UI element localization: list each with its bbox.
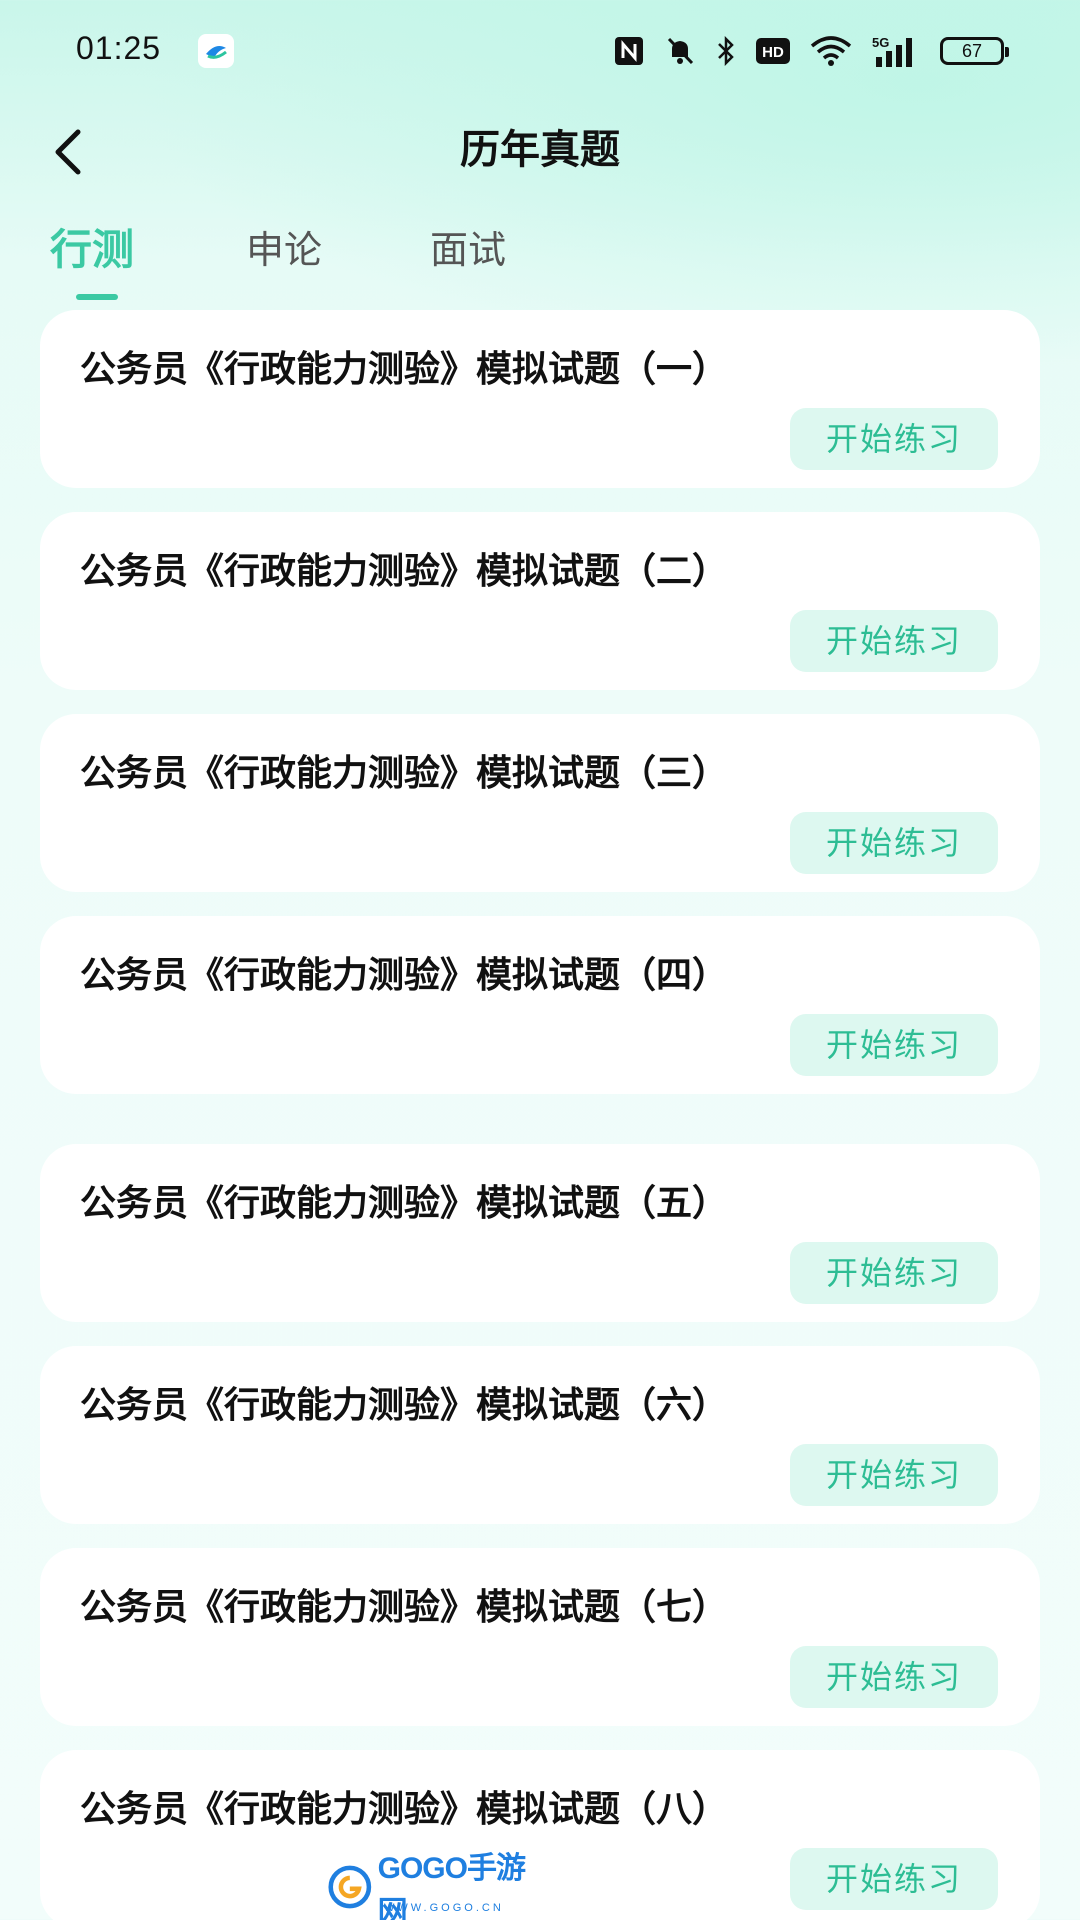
paper-card: 公务员《行政能力测验》模拟试题（八） 开始练习 xyxy=(40,1750,1040,1920)
status-time: 01:25 xyxy=(76,30,162,66)
paper-title: 公务员《行政能力测验》模拟试题（一） xyxy=(80,349,729,390)
network-label: 5G xyxy=(872,35,889,50)
paper-title: 公务员《行政能力测验》模拟试题（三） xyxy=(80,753,729,794)
hd-label: HD xyxy=(762,44,784,61)
wifi-icon xyxy=(810,34,852,68)
paper-card: 公务员《行政能力测验》模拟试题（五） 开始练习 xyxy=(40,1144,1040,1322)
signal-5g-icon: 5G xyxy=(872,34,920,68)
paper-card: 公务员《行政能力测验》模拟试题（三） 开始练习 xyxy=(40,714,1040,892)
paper-title: 公务员《行政能力测验》模拟试题（七） xyxy=(80,1587,729,1628)
status-bar: 01:25 HD 5G 67 xyxy=(0,0,1080,100)
page-title: 历年真题 xyxy=(460,127,620,173)
paper-title: 公务员《行政能力测验》模拟试题（六） xyxy=(80,1385,729,1426)
tab-shenlun[interactable]: 申论 xyxy=(246,220,322,280)
watermark: GOGO手游网 WWW.GOGO.CN xyxy=(328,1852,538,1920)
paper-title: 公务员《行政能力测验》模拟试题（二） xyxy=(80,551,729,592)
bluetooth-icon xyxy=(716,34,736,68)
header: 历年真题 xyxy=(0,100,1080,200)
tab-bar: 行测 申论 面试 xyxy=(0,220,1080,300)
start-practice-button[interactable]: 开始练习 xyxy=(790,408,998,470)
paper-title: 公务员《行政能力测验》模拟试题（五） xyxy=(80,1183,729,1224)
nfc-icon xyxy=(614,34,644,68)
start-practice-button[interactable]: 开始练习 xyxy=(790,812,998,874)
start-practice-button[interactable]: 开始练习 xyxy=(790,1646,998,1708)
active-tab-indicator xyxy=(76,294,118,300)
start-practice-button[interactable]: 开始练习 xyxy=(790,1014,998,1076)
paper-card: 公务员《行政能力测验》模拟试题（四） 开始练习 xyxy=(40,916,1040,1094)
start-practice-button[interactable]: 开始练习 xyxy=(790,1242,998,1304)
paper-card: 公务员《行政能力测验》模拟试题（二） 开始练习 xyxy=(40,512,1040,690)
paper-title: 公务员《行政能力测验》模拟试题（四） xyxy=(80,955,729,996)
start-practice-button[interactable]: 开始练习 xyxy=(790,1848,998,1910)
paper-card: 公务员《行政能力测验》模拟试题（一） 开始练习 xyxy=(40,310,1040,488)
hd-icon: HD xyxy=(756,34,790,68)
start-practice-button[interactable]: 开始练习 xyxy=(790,1444,998,1506)
paper-card: 公务员《行政能力测验》模拟试题（六） 开始练习 xyxy=(40,1346,1040,1524)
tab-mianshi[interactable]: 面试 xyxy=(430,220,506,280)
status-icons: HD 5G 67 xyxy=(614,32,1009,70)
battery-icon: 67 xyxy=(940,37,1009,65)
watermark-logo-icon xyxy=(328,1865,372,1909)
mute-bell-icon xyxy=(664,34,696,68)
battery-level: 67 xyxy=(961,40,983,61)
app-notification-icon xyxy=(198,34,234,68)
paper-card: 公务员《行政能力测验》模拟试题（七） 开始练习 xyxy=(40,1548,1040,1726)
tab-xingce[interactable]: 行测 xyxy=(50,220,134,280)
paper-title: 公务员《行政能力测验》模拟试题（八） xyxy=(80,1789,729,1830)
watermark-subtext: WWW.GOGO.CN xyxy=(384,1902,504,1914)
start-practice-button[interactable]: 开始练习 xyxy=(790,610,998,672)
